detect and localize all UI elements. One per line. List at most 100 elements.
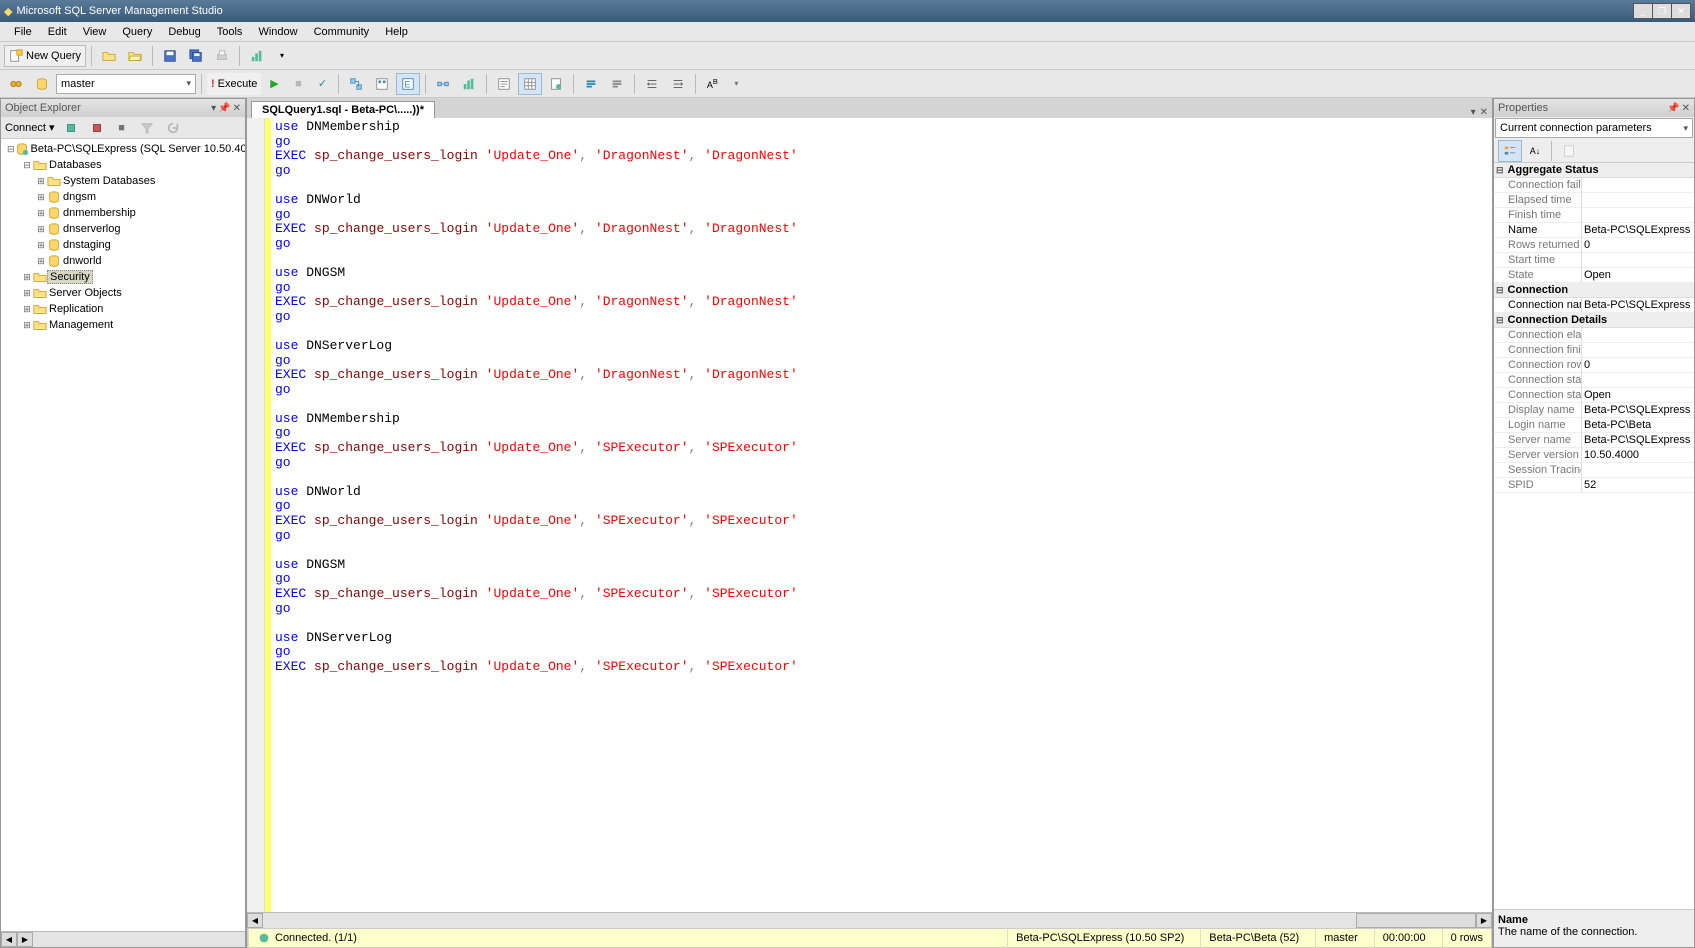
save-button[interactable] <box>158 45 182 67</box>
expand-icon[interactable]: ⊞ <box>21 272 33 283</box>
maximize-button[interactable]: ❐ <box>1652 3 1672 19</box>
execute-button[interactable]: ! Execute <box>207 73 261 95</box>
stop-button[interactable]: ■ <box>111 117 133 139</box>
registered-servers-button[interactable]: ▾ <box>271 45 293 67</box>
tree-node[interactable]: ⊟Databases <box>1 157 245 173</box>
outdent-button[interactable] <box>666 73 690 95</box>
new-query-button[interactable]: New Query <box>4 45 86 67</box>
expand-icon[interactable]: ⊞ <box>21 304 33 315</box>
property-row[interactable]: Display nameBeta-PC\SQLExpress <box>1494 403 1694 418</box>
property-row[interactable]: Finish time <box>1494 208 1694 223</box>
object-explorer-tree[interactable]: ⊟Beta-PC\SQLExpress (SQL Server 10.50.40… <box>1 139 245 931</box>
specify-values-button[interactable]: AB <box>701 73 723 95</box>
expand-icon[interactable]: ⊟ <box>7 144 15 155</box>
tree-node[interactable]: ⊞dnserverlog <box>1 221 245 237</box>
sql-editor[interactable]: use DNMembershipgoEXEC sp_change_users_l… <box>271 118 1492 912</box>
property-row[interactable]: NameBeta-PC\SQLExpress <box>1494 223 1694 238</box>
property-category[interactable]: Aggregate Status <box>1494 163 1694 178</box>
disconnect-button[interactable] <box>85 117 109 139</box>
menu-tools[interactable]: Tools <box>209 24 251 40</box>
refresh-button[interactable] <box>161 117 185 139</box>
query-options-button[interactable] <box>370 73 394 95</box>
connect-object-explorer-button[interactable] <box>59 117 83 139</box>
property-row[interactable]: SPID52 <box>1494 478 1694 493</box>
property-row[interactable]: Connection finish tim <box>1494 343 1694 358</box>
expand-icon[interactable]: ⊞ <box>35 240 47 251</box>
property-row[interactable]: Elapsed time <box>1494 193 1694 208</box>
indent-button[interactable] <box>640 73 664 95</box>
comment-button[interactable] <box>579 73 603 95</box>
expand-icon[interactable]: ⊞ <box>35 176 47 187</box>
print-button[interactable] <box>210 45 234 67</box>
tree-node[interactable]: ⊞Server Objects <box>1 285 245 301</box>
scroll-left-button[interactable]: ◀ <box>1 932 17 947</box>
property-row[interactable]: Connection stateOpen <box>1494 388 1694 403</box>
property-row[interactable]: StateOpen <box>1494 268 1694 283</box>
scroll-track[interactable] <box>263 913 1356 928</box>
connect-button[interactable]: Connect ▾ <box>5 121 55 134</box>
scroll-right-button[interactable]: ▶ <box>17 932 33 947</box>
expand-icon[interactable]: ⊞ <box>35 256 47 267</box>
property-row[interactable]: Connection nameBeta-PC\SQLExpress (Be <box>1494 298 1694 313</box>
close-tab-button[interactable]: ✕ <box>1480 107 1488 118</box>
property-row[interactable]: Connection rows re0 <box>1494 358 1694 373</box>
change-connection-button[interactable] <box>4 73 28 95</box>
results-file-button[interactable] <box>544 73 568 95</box>
include-stats-button[interactable] <box>457 73 481 95</box>
template-parameters-button[interactable]: ▾ <box>725 73 747 95</box>
menu-help[interactable]: Help <box>377 24 416 40</box>
property-row[interactable]: Connection elapsed <box>1494 328 1694 343</box>
property-pages-button[interactable] <box>1557 140 1581 162</box>
property-row[interactable]: Connection start tim <box>1494 373 1694 388</box>
tree-node[interactable]: ⊟Beta-PC\SQLExpress (SQL Server 10.50.40… <box>1 141 245 157</box>
activity-monitor-button[interactable] <box>245 45 269 67</box>
menu-edit[interactable]: Edit <box>40 24 75 40</box>
filter-button[interactable] <box>135 117 159 139</box>
property-row[interactable]: Start time <box>1494 253 1694 268</box>
debug-button[interactable]: ▶ <box>263 73 285 95</box>
menu-debug[interactable]: Debug <box>160 24 208 40</box>
property-category[interactable]: Connection <box>1494 283 1694 298</box>
include-plan-button[interactable] <box>431 73 455 95</box>
scroll-left-button[interactable]: ◀ <box>247 913 263 928</box>
close-button[interactable]: ✕ <box>1671 3 1691 19</box>
categorized-button[interactable] <box>1498 140 1522 162</box>
new-project-button[interactable] <box>97 45 121 67</box>
active-files-button[interactable]: ▾ <box>1471 107 1476 118</box>
cancel-query-button[interactable]: ■ <box>287 73 309 95</box>
save-all-button[interactable] <box>184 45 208 67</box>
properties-grid[interactable]: Aggregate StatusConnection failuresElaps… <box>1494 163 1694 909</box>
minimize-button[interactable]: _ <box>1633 3 1653 19</box>
close-icon[interactable]: ✕ <box>1682 103 1690 114</box>
display-plan-button[interactable] <box>344 73 368 95</box>
property-category[interactable]: Connection Details <box>1494 313 1694 328</box>
property-row[interactable]: Login nameBeta-PC\Beta <box>1494 418 1694 433</box>
close-icon[interactable]: ✕ <box>233 103 241 114</box>
uncomment-button[interactable] <box>605 73 629 95</box>
oe-hscroll[interactable]: ◀ ▶ <box>1 931 245 947</box>
document-tab[interactable]: SQLQuery1.sql - Beta-PC\.....))* <box>251 101 435 118</box>
editor-hscroll[interactable]: ◀ ▶ <box>247 912 1492 928</box>
tree-node[interactable]: ⊞dnstaging <box>1 237 245 253</box>
tree-node[interactable]: ⊞Management <box>1 317 245 333</box>
expand-icon[interactable]: ⊞ <box>35 208 47 219</box>
expand-icon[interactable]: ⊞ <box>21 320 33 331</box>
menu-file[interactable]: File <box>6 24 40 40</box>
scroll-right-button[interactable]: ▶ <box>1476 913 1492 928</box>
results-text-button[interactable] <box>492 73 516 95</box>
menu-community[interactable]: Community <box>306 24 378 40</box>
property-row[interactable]: Server version10.50.4000 <box>1494 448 1694 463</box>
database-combo[interactable]: master <box>56 74 196 94</box>
open-file-button[interactable] <box>123 45 147 67</box>
tree-node[interactable]: ⊞dnworld <box>1 253 245 269</box>
parse-button[interactable]: ✓ <box>311 73 333 95</box>
property-row[interactable]: Session Tracing ID <box>1494 463 1694 478</box>
tree-node[interactable]: ⊞dnmembership <box>1 205 245 221</box>
menu-view[interactable]: View <box>75 24 115 40</box>
property-row[interactable]: Rows returned0 <box>1494 238 1694 253</box>
alphabetical-button[interactable]: A↓ <box>1524 140 1546 162</box>
tree-node[interactable]: ⊞System Databases <box>1 173 245 189</box>
expand-icon[interactable]: ⊞ <box>35 192 47 203</box>
expand-icon[interactable]: ⊞ <box>21 288 33 299</box>
tree-node[interactable]: ⊞dngsm <box>1 189 245 205</box>
